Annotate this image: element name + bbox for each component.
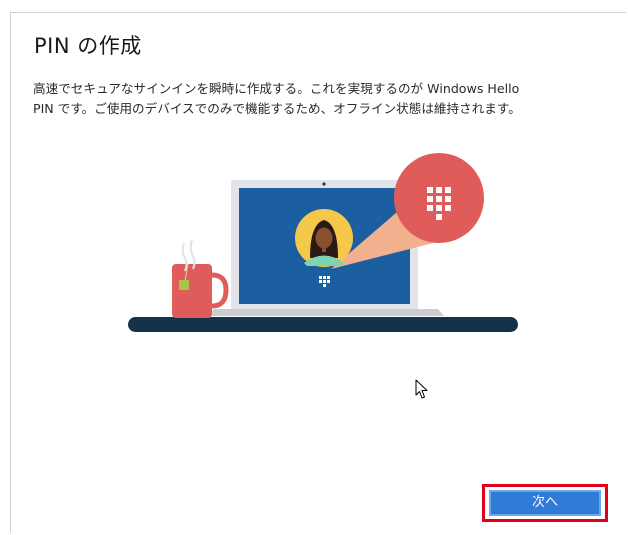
- page-title: PIN の作成: [34, 34, 142, 58]
- description: 高速でセキュアなサインインを瞬時に作成する。これを実現するのが Windows …: [33, 79, 603, 119]
- pin-illustration: [128, 150, 520, 344]
- description-line-1: 高速でセキュアなサインインを瞬時に作成する。これを実現するのが Windows …: [33, 81, 520, 96]
- description-line-2: PIN です。ご使用のデバイスでのみで機能するため、オフライン状態は維持されます…: [33, 101, 521, 116]
- next-button[interactable]: 次へ: [489, 490, 601, 516]
- cursor-icon: [415, 379, 429, 405]
